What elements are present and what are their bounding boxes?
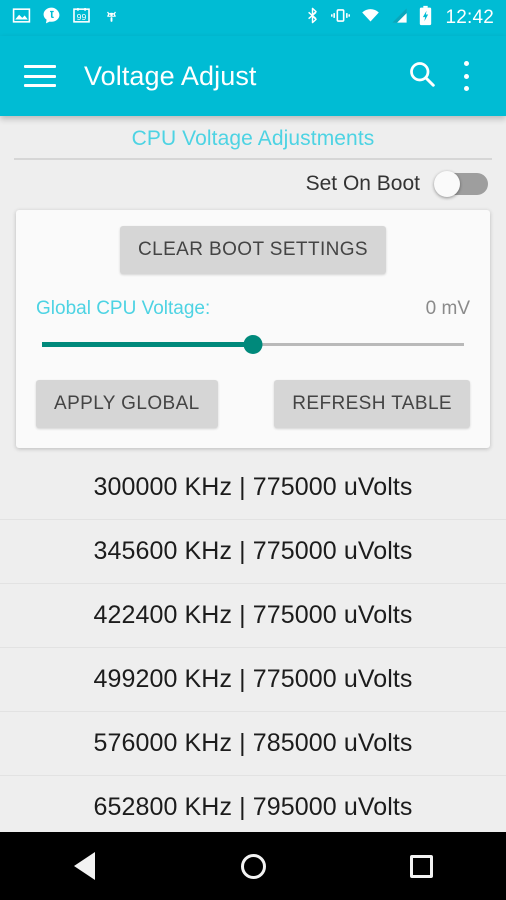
global-voltage-card: CLEAR BOOT SETTINGS Global CPU Voltage: …	[16, 210, 490, 448]
search-icon	[407, 59, 437, 94]
status-bar: 99 12:42	[0, 0, 506, 36]
refresh-table-button[interactable]: REFRESH TABLE	[274, 380, 470, 428]
vibrate-icon	[330, 6, 351, 30]
phone-screen: 99 12:42 Voltage Adjust CPU Voltage Adju…	[0, 0, 506, 900]
freq-row[interactable]: 652800 KHz | 795000 uVolts	[0, 776, 506, 832]
recents-button[interactable]	[337, 854, 506, 878]
hamburger-menu-icon[interactable]	[24, 65, 56, 87]
bluetooth-icon	[304, 6, 321, 30]
frequency-voltage-list: 300000 KHz | 775000 uVolts 345600 KHz | 7…	[0, 456, 506, 832]
freq-row[interactable]: 422400 KHz | 775000 uVolts	[0, 584, 506, 648]
svg-text:99: 99	[77, 12, 87, 22]
android-head-icon	[102, 6, 121, 30]
home-button[interactable]	[169, 853, 338, 879]
tapatalk-icon	[42, 6, 61, 30]
set-on-boot-row: Set On Boot	[0, 160, 506, 197]
set-on-boot-toggle[interactable]	[434, 171, 488, 197]
overflow-menu-button[interactable]	[444, 54, 488, 98]
global-voltage-row: Global CPU Voltage: 0 mV	[36, 298, 470, 320]
card-action-row: APPLY GLOBAL REFRESH TABLE	[36, 380, 470, 428]
android-navigation-bar	[0, 832, 506, 900]
home-icon	[240, 853, 266, 879]
back-icon	[73, 852, 95, 880]
global-voltage-value: 0 mV	[425, 298, 470, 319]
freq-row[interactable]: 499200 KHz | 775000 uVolts	[0, 648, 506, 712]
app-bar: Voltage Adjust	[0, 36, 506, 116]
global-voltage-slider[interactable]	[42, 332, 464, 358]
battery-charging-icon	[418, 5, 433, 31]
calendar-99-icon: 99	[72, 6, 91, 30]
cellular-signal-icon	[390, 6, 409, 30]
status-bar-clock: 12:42	[445, 7, 494, 28]
clear-boot-settings-button[interactable]: CLEAR BOOT SETTINGS	[119, 226, 386, 274]
apply-global-button[interactable]: APPLY GLOBAL	[36, 380, 218, 428]
photo-icon	[12, 6, 31, 30]
freq-row[interactable]: 345600 KHz | 775000 uVolts	[0, 520, 506, 584]
clear-boot-settings-row: CLEAR BOOT SETTINGS	[36, 226, 470, 274]
global-voltage-label: Global CPU Voltage:	[36, 298, 211, 319]
page-title: Voltage Adjust	[84, 60, 257, 91]
slider-fill	[42, 342, 253, 347]
recents-icon	[410, 854, 434, 878]
slider-thumb[interactable]	[243, 335, 263, 354]
main-content: CPU Voltage Adjustments Set On Boot CLEA…	[0, 116, 506, 832]
toggle-thumb	[434, 171, 460, 197]
freq-row[interactable]: 576000 KHz | 785000 uVolts	[0, 712, 506, 776]
status-bar-system-icons: 12:42	[304, 5, 494, 31]
freq-row[interactable]: 300000 KHz | 775000 uVolts	[0, 456, 506, 520]
status-bar-notification-icons: 99	[12, 6, 304, 30]
back-button[interactable]	[0, 852, 169, 880]
search-button[interactable]	[400, 54, 444, 98]
wifi-icon	[360, 6, 381, 30]
set-on-boot-label: Set On Boot	[305, 172, 420, 195]
section-header: CPU Voltage Adjustments	[131, 127, 375, 150]
overflow-menu-icon	[463, 61, 469, 91]
